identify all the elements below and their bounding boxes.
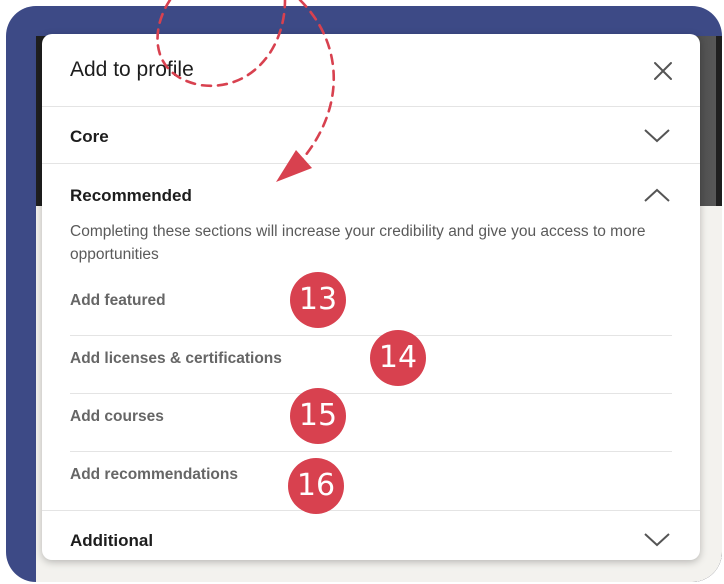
annotation-arrow bbox=[156, 0, 335, 182]
step-badge-15: 15 bbox=[290, 388, 346, 444]
step-badge-14: 14 bbox=[370, 330, 426, 386]
step-badge-16: 16 bbox=[288, 458, 344, 514]
step-badge-13: 13 bbox=[290, 272, 346, 328]
